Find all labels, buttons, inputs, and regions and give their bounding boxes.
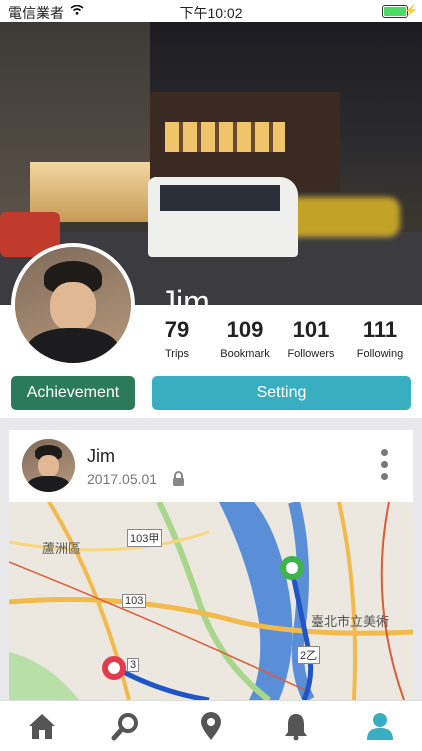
stat-value: 111 [362, 317, 398, 342]
cover-van-window [160, 185, 280, 211]
stat-value: 101 [292, 317, 330, 342]
cover-taxi [280, 197, 400, 237]
achievement-button[interactable]: Achievement [11, 376, 135, 410]
notification-icon[interactable] [281, 711, 311, 741]
tab-bar [0, 700, 422, 751]
avatar-photo [15, 247, 131, 363]
stat-label: Trips [164, 348, 190, 360]
lock-icon [173, 471, 184, 486]
road-tag: 2乙 [297, 646, 321, 664]
road-tag: 103甲 [127, 529, 163, 547]
profile-icon[interactable] [365, 711, 395, 741]
location-icon[interactable] [196, 711, 226, 741]
stat-value: 79 [164, 317, 190, 342]
stat-label: Following [356, 348, 404, 360]
stat-value: 109 [226, 317, 264, 342]
search-icon[interactable] [111, 711, 141, 741]
setting-button[interactable]: Setting [152, 376, 411, 410]
status-bar: 電信業者 下午10:02 ⚡ [0, 0, 422, 22]
trip-map[interactable]: 蘆洲區 臺北市立美術 103甲 103 2乙 3 [9, 502, 413, 700]
trip-user-avatar[interactable] [22, 439, 75, 492]
profile-avatar[interactable] [11, 243, 135, 367]
map-label-museum: 臺北市立美術 [311, 614, 390, 629]
road-tag: 3 [127, 658, 140, 672]
road-tag: 103 [122, 594, 147, 608]
stat-label: Bookmark [220, 348, 270, 360]
trip-user-name[interactable]: Jim [87, 446, 115, 467]
stat-label: Followers [287, 348, 335, 360]
map-label-district: 蘆洲區 [42, 541, 82, 556]
trip-date: 2017.05.01 [87, 471, 158, 487]
profile-name: Jim [160, 284, 210, 305]
stat-bookmark[interactable]: 109 Bookmark [210, 317, 280, 360]
stat-following[interactable]: 111 Following [345, 317, 415, 360]
trip-card[interactable]: Jim 2017.05.01 蘆洲區 臺北市立美術 103甲 103 2乙 3 [9, 430, 413, 700]
stat-followers[interactable]: 101 Followers [276, 317, 346, 360]
home-icon[interactable] [27, 711, 57, 741]
cover-windows [165, 122, 285, 152]
stat-trips[interactable]: 79 Trips [142, 317, 212, 360]
more-options-icon[interactable] [379, 449, 389, 485]
clock: 下午10:02 [179, 5, 243, 21]
charging-icon: ⚡ [404, 5, 418, 17]
map-graphic [9, 502, 413, 700]
